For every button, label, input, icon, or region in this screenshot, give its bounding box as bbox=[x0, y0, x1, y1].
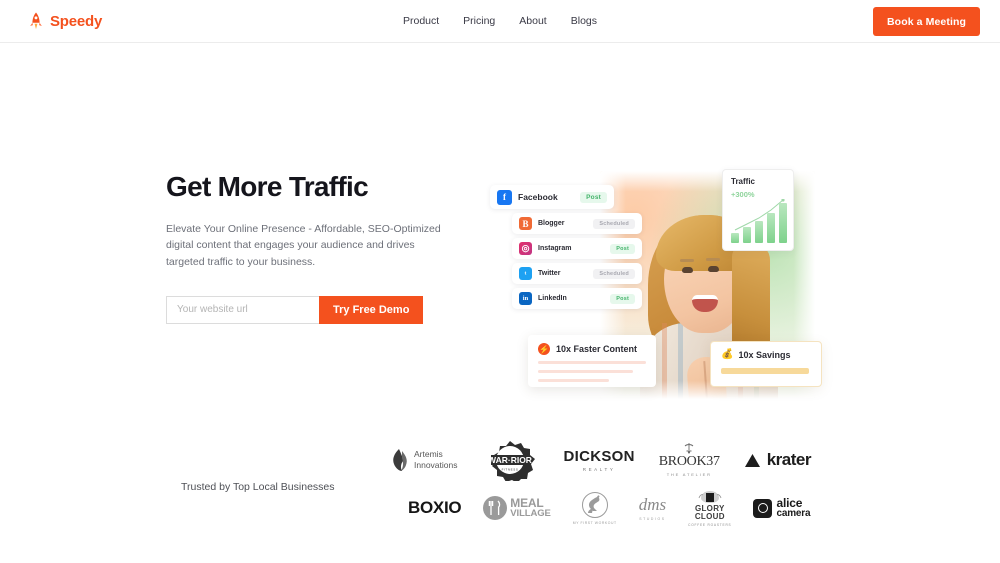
status-badge: Scheduled bbox=[593, 218, 635, 229]
kangaroo-icon bbox=[581, 491, 608, 518]
flame-icon bbox=[393, 449, 407, 471]
savings-progress-bar bbox=[721, 368, 809, 374]
status-badge: Post bbox=[610, 243, 635, 254]
logo-my-first-workout: MY FIRST WORKOUT bbox=[572, 491, 617, 525]
faster-content-title: 10x Faster Content bbox=[556, 344, 638, 354]
logo-dickson-realty: DICKSON REALTY bbox=[563, 448, 634, 472]
linkedin-icon: in bbox=[519, 292, 532, 305]
twitter-icon: ᵗ bbox=[519, 267, 532, 280]
nav-item-blogs[interactable]: Blogs bbox=[571, 15, 597, 27]
list-item[interactable]: ᵗ Twitter Scheduled bbox=[512, 263, 642, 284]
logo-boxio: BOXIO bbox=[408, 498, 462, 518]
savings-card: 💰 10x Savings bbox=[710, 341, 822, 387]
chart-bar bbox=[779, 203, 787, 243]
list-item[interactable]: ◎ Instagram Post bbox=[512, 238, 642, 259]
try-free-demo-button[interactable]: Try Free Demo bbox=[319, 295, 424, 324]
nav-item-pricing[interactable]: Pricing bbox=[463, 15, 495, 27]
chart-bar bbox=[755, 221, 763, 243]
logo-meal-village: MEAL VILLAGE bbox=[483, 495, 551, 520]
hero-copy: Get More Traffic Elevate Your Online Pre… bbox=[166, 171, 456, 324]
logo-artemis-innovations: Artemis Innovations bbox=[390, 448, 457, 472]
faster-content-card: ⚡ 10x Faster Content bbox=[528, 335, 656, 387]
platform-name: Twitter bbox=[538, 270, 561, 277]
traffic-card-title: Traffic bbox=[731, 177, 756, 186]
platform-name: LinkedIn bbox=[538, 295, 567, 302]
utensils-icon bbox=[483, 496, 508, 520]
nav-item-about[interactable]: About bbox=[519, 15, 546, 27]
platform-name: Instagram bbox=[538, 245, 572, 252]
social-platform-list: f Facebook Post B Blogger Scheduled ◎ In… bbox=[490, 185, 642, 313]
chart-bar bbox=[767, 213, 775, 243]
savings-title: 10x Savings bbox=[738, 349, 791, 360]
figure-eye-left bbox=[682, 267, 693, 273]
blogger-icon: B bbox=[519, 217, 532, 230]
logo-row-1: Artemis Innovations WAR·RIOR FITNESS DIC… bbox=[390, 436, 830, 484]
logo-brook37: BROOK37 THE ATELIER bbox=[659, 443, 720, 477]
lightning-bolt-icon: ⚡ bbox=[538, 343, 550, 355]
camera-icon bbox=[753, 498, 773, 518]
logo-row-2: BOXIO MEAL VILLAGE MY FIRST WORKOUT dms … bbox=[390, 484, 830, 532]
platform-name: Blogger bbox=[538, 220, 565, 227]
logo-text: DICKSON bbox=[563, 448, 635, 465]
list-item[interactable]: f Facebook Post bbox=[490, 185, 614, 209]
top-navigation-bar: Speedy Product Pricing About Blogs Book … bbox=[0, 0, 1000, 43]
money-bag-icon: 💰 bbox=[721, 349, 734, 360]
demo-signup-form: Try Free Demo bbox=[166, 295, 424, 324]
ornament-icon bbox=[684, 443, 694, 454]
book-a-meeting-button[interactable]: Book a Meeting bbox=[873, 7, 980, 36]
logo-dms-studios: dms STUDIOS bbox=[639, 496, 666, 521]
status-badge: Scheduled bbox=[593, 268, 635, 279]
logo-alice-camera: alice camera bbox=[753, 495, 811, 519]
logo-subtext: COFFEE ROASTERS bbox=[688, 523, 732, 528]
logo-text: krater bbox=[766, 450, 812, 469]
logo-subtext: MY FIRST WORKOUT bbox=[572, 520, 617, 525]
hero-illustration: f Facebook Post B Blogger Scheduled ◎ In… bbox=[490, 153, 870, 403]
logo-text-2: CLOUD bbox=[694, 512, 725, 521]
traffic-bar-chart bbox=[731, 199, 787, 243]
triangle-icon bbox=[744, 453, 760, 467]
logo-text: MEAL VILLAGE bbox=[510, 495, 551, 520]
page-title: Get More Traffic bbox=[166, 171, 369, 202]
gear-icon: WAR·RIOR FITNESS bbox=[489, 441, 536, 481]
trusted-by-label: Trusted by Top Local Businesses bbox=[181, 481, 335, 493]
logo-subtext: THE ATELIER bbox=[666, 472, 712, 477]
svg-text:WAR·RIOR: WAR·RIOR bbox=[489, 455, 533, 465]
logo-subtext: REALTY bbox=[582, 467, 616, 472]
hero-section: Get More Traffic Elevate Your Online Pre… bbox=[0, 43, 1000, 423]
figure-eye-right bbox=[708, 266, 719, 272]
logo-krater: krater bbox=[744, 450, 811, 470]
logo-warrior: WAR·RIOR FITNESS bbox=[481, 439, 539, 481]
facebook-icon: f bbox=[497, 189, 512, 205]
status-badge: Post bbox=[580, 191, 607, 203]
svg-text:FITNESS: FITNESS bbox=[502, 468, 519, 472]
chart-bar bbox=[731, 233, 739, 243]
crest-icon bbox=[698, 490, 722, 503]
traffic-chart-card: Traffic +300% bbox=[722, 169, 794, 251]
list-item[interactable]: in LinkedIn Post bbox=[512, 288, 642, 309]
client-logo-grid: Artemis Innovations WAR·RIOR FITNESS DIC… bbox=[390, 436, 830, 532]
website-url-input[interactable] bbox=[166, 295, 319, 324]
chart-bar bbox=[743, 227, 751, 243]
logo-glory-cloud: GLORY CLOUD COFFEE ROASTERS bbox=[688, 489, 732, 528]
platform-name: Facebook bbox=[518, 192, 558, 202]
logo-text: BOXIO bbox=[408, 498, 462, 517]
logo-text: Artemis Innovations bbox=[414, 449, 458, 470]
logo-subtext: STUDIOS bbox=[639, 516, 666, 521]
logo-text: BROOK37 bbox=[658, 454, 720, 469]
main-nav: Product Pricing About Blogs bbox=[0, 15, 1000, 27]
traffic-delta-value: +300% bbox=[731, 190, 755, 199]
logo-text: dms bbox=[638, 494, 667, 514]
list-item[interactable]: B Blogger Scheduled bbox=[512, 213, 642, 234]
nav-item-product[interactable]: Product bbox=[403, 15, 439, 27]
hero-subtitle: Elevate Your Online Presence - Affordabl… bbox=[166, 223, 441, 268]
instagram-icon: ◎ bbox=[519, 242, 532, 255]
status-badge: Post bbox=[610, 293, 635, 304]
logo-text: alice camera bbox=[776, 495, 811, 519]
